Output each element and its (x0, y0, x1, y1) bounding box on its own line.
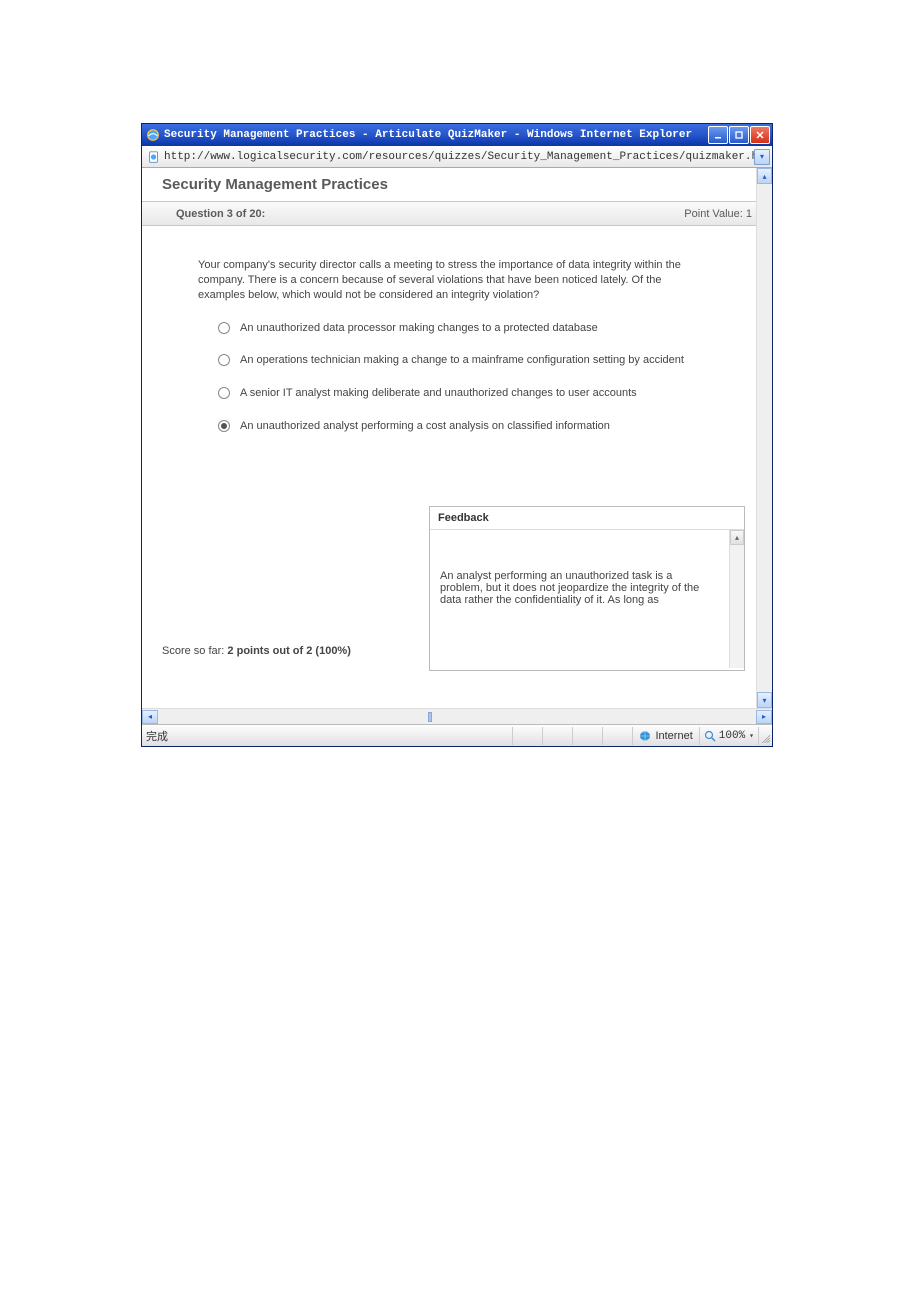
status-panel-2 (542, 727, 572, 745)
close-button[interactable] (750, 126, 770, 144)
feedback-panel: Feedback An analyst performing an unauth… (429, 506, 745, 671)
scroll-down-button[interactable]: ▾ (757, 692, 772, 708)
score-value: 2 points out of 2 (100%) (227, 645, 350, 657)
minimize-icon (714, 131, 722, 139)
score-label: Score so far: (162, 645, 224, 657)
option-d[interactable]: An unauthorized analyst performing a cos… (218, 419, 718, 434)
question-number: Question 3 of 20: (176, 208, 684, 220)
chevron-down-icon: ▾ (760, 152, 764, 161)
option-a[interactable]: An unauthorized data processor making ch… (218, 321, 718, 336)
question-bar: Question 3 of 20: Point Value: 1 (142, 202, 772, 226)
maximize-icon (735, 131, 743, 139)
score-row: Score so far: 2 points out of 2 (100%) (162, 645, 351, 657)
status-panel-4 (602, 727, 632, 745)
scroll-right-button[interactable]: ▸ (756, 710, 772, 724)
horizontal-scrollbar[interactable]: ◂ ▸ (142, 708, 772, 724)
ie-logo-icon (146, 128, 160, 142)
status-panel-3 (572, 727, 602, 745)
content-area: ▴ ▾ Security Management Practices Questi… (142, 168, 772, 708)
radio-a[interactable] (218, 322, 230, 334)
page-icon (147, 150, 161, 164)
radio-d[interactable] (218, 420, 230, 432)
chevron-left-icon: ◂ (148, 712, 152, 721)
address-dropdown-button[interactable]: ▾ (754, 149, 770, 165)
feedback-text: An analyst performing an unauthorized ta… (440, 570, 734, 606)
point-label: Point Value: (684, 208, 743, 220)
option-d-label: An unauthorized analyst performing a cos… (240, 419, 610, 434)
zoom-dropdown-icon[interactable]: ▾ (749, 731, 754, 741)
option-b[interactable]: An operations technician making a change… (218, 353, 718, 368)
zoom-control[interactable]: 100% ▾ (699, 727, 758, 745)
quiz-header: Security Management Practices (142, 168, 772, 202)
scroll-up-button[interactable]: ▴ (757, 168, 772, 184)
options-list: An unauthorized data processor making ch… (198, 321, 732, 434)
magnifier-icon (704, 730, 716, 742)
option-b-label: An operations technician making a change… (240, 353, 684, 368)
maximize-button[interactable] (729, 126, 749, 144)
zone-label: Internet (655, 730, 692, 742)
address-bar: http://www.logicalsecurity.com/resources… (142, 146, 772, 168)
radio-b[interactable] (218, 354, 230, 366)
feedback-scroll-up[interactable]: ▴ (730, 530, 744, 545)
chevron-up-icon: ▴ (735, 533, 739, 542)
url-field[interactable]: http://www.logicalsecurity.com/resources… (164, 151, 754, 163)
chevron-down-icon: ▾ (762, 696, 766, 705)
security-zone[interactable]: Internet (632, 727, 698, 745)
ie-window: Security Management Practices - Articula… (141, 123, 773, 747)
feedback-body: An analyst performing an unauthorized ta… (430, 530, 744, 668)
option-c[interactable]: A senior IT analyst making deliberate an… (218, 386, 718, 401)
chevron-right-icon: ▸ (762, 712, 766, 721)
window-title: Security Management Practices - Articula… (164, 129, 708, 141)
hscroll-thumb[interactable] (428, 712, 432, 722)
titlebar[interactable]: Security Management Practices - Articula… (142, 124, 772, 146)
point-value: 1 (746, 208, 752, 220)
statusbar: 完成 Internet 100% ▾ (142, 724, 772, 746)
quiz-title: Security Management Practices (162, 176, 388, 193)
scroll-left-button[interactable]: ◂ (142, 710, 158, 724)
option-c-label: A senior IT analyst making deliberate an… (240, 386, 637, 401)
status-panel-1 (512, 727, 542, 745)
resize-grip[interactable] (758, 727, 772, 745)
globe-icon (639, 730, 651, 742)
feedback-scrollbar[interactable]: ▴ (729, 530, 744, 668)
chevron-up-icon: ▴ (762, 172, 766, 181)
close-icon (756, 131, 764, 139)
minimize-button[interactable] (708, 126, 728, 144)
quiz-body: Your company's security director calls a… (142, 226, 772, 454)
zoom-value: 100% (719, 730, 745, 742)
feedback-title: Feedback (430, 507, 744, 530)
question-text: Your company's security director calls a… (198, 258, 703, 303)
radio-c[interactable] (218, 387, 230, 399)
option-a-label: An unauthorized data processor making ch… (240, 321, 598, 336)
status-done: 完成 (142, 728, 172, 744)
